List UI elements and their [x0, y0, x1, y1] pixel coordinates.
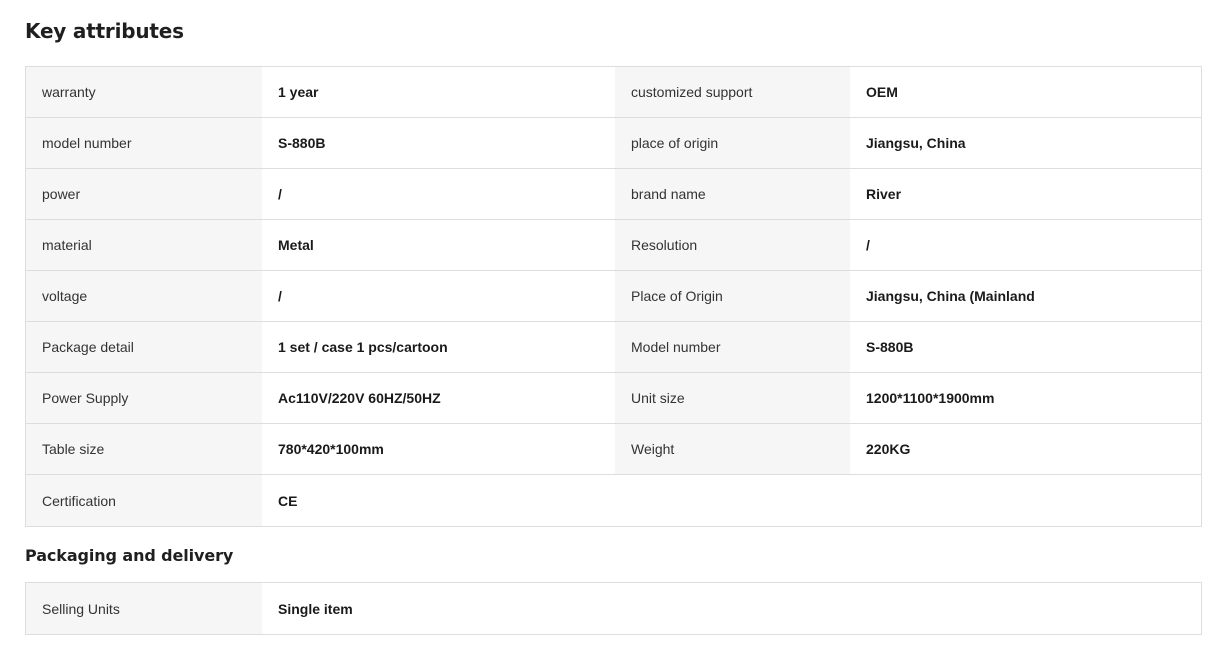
attr-value: 1 set / case 1 pcs/cartoon [262, 322, 615, 373]
attr-label: Selling Units [26, 583, 262, 634]
attr-label: warranty [26, 67, 262, 118]
attr-label: material [26, 220, 262, 271]
attr-value: 1 year [262, 67, 615, 118]
attr-label: Resolution [615, 220, 850, 271]
attr-value: / [262, 271, 615, 322]
key-attributes-table: warranty 1 year customized support OEM m… [25, 66, 1202, 527]
attr-value: / [262, 169, 615, 220]
attr-label: Package detail [26, 322, 262, 373]
attr-label: Certification [26, 475, 262, 526]
packaging-table: Selling Units Single item [25, 582, 1202, 635]
attr-label: Model number [615, 322, 850, 373]
attr-label: Table size [26, 424, 262, 475]
attr-label: power [26, 169, 262, 220]
attr-value: Jiangsu, China (Mainland [850, 271, 1201, 322]
attr-value: S-880B [850, 322, 1201, 373]
attr-value: OEM [850, 67, 1201, 118]
attr-label: Power Supply [26, 373, 262, 424]
key-attributes-title: Key attributes [25, 19, 184, 43]
attr-value: S-880B [262, 118, 615, 169]
attr-label: voltage [26, 271, 262, 322]
attr-value: Jiangsu, China [850, 118, 1201, 169]
packaging-delivery-title: Packaging and delivery [25, 546, 234, 565]
attr-label: Place of Origin [615, 271, 850, 322]
attr-label: model number [26, 118, 262, 169]
attr-value: / [850, 220, 1201, 271]
attr-value: CE [262, 475, 1201, 526]
attr-value: Ac110V/220V 60HZ/50HZ [262, 373, 615, 424]
attr-value: Single item [262, 583, 1201, 634]
attr-label: place of origin [615, 118, 850, 169]
attr-value: 220KG [850, 424, 1201, 475]
attr-value: 780*420*100mm [262, 424, 615, 475]
attr-value: Metal [262, 220, 615, 271]
attr-label: brand name [615, 169, 850, 220]
attr-value: 1200*1100*1900mm [850, 373, 1201, 424]
attr-value: River [850, 169, 1201, 220]
attr-label: Weight [615, 424, 850, 475]
attr-label: Unit size [615, 373, 850, 424]
attr-label: customized support [615, 67, 850, 118]
